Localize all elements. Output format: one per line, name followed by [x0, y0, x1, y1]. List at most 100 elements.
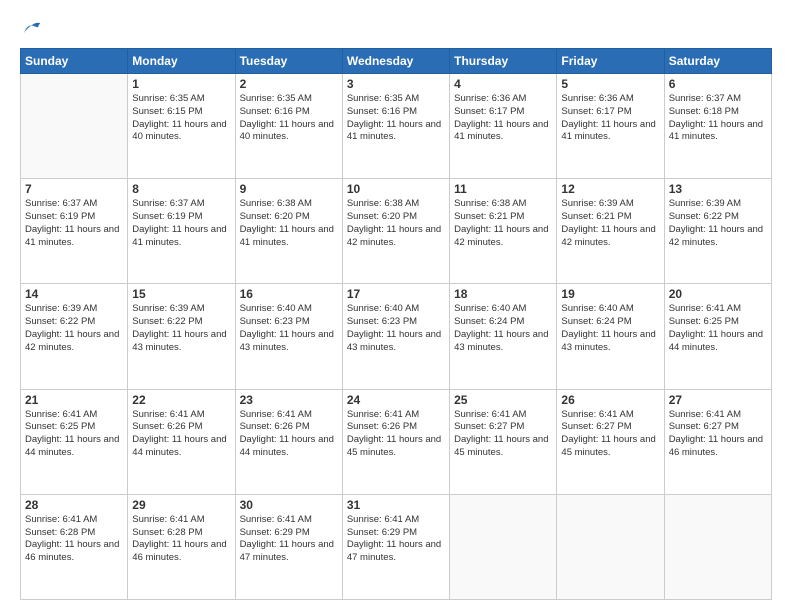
day-info: Sunrise: 6:40 AMSunset: 6:23 PMDaylight:… — [240, 303, 338, 354]
calendar-cell: 7 Sunrise: 6:37 AMSunset: 6:19 PMDaylight… — [21, 179, 128, 284]
day-number: 11 — [454, 182, 552, 196]
weekday-header: Saturday — [664, 49, 771, 74]
calendar-cell: 29Sunrise: 6:41 AMSunset: 6:28 PMDayligh… — [128, 494, 235, 599]
day-number: 20 — [669, 287, 767, 301]
calendar-cell: 27 Sunrise: 6:41 AMSunset: 6:27 PMDayligh… — [664, 389, 771, 494]
calendar-cell: 25 Sunrise: 6:41 AMSunset: 6:27 PMDayligh… — [450, 389, 557, 494]
day-number: 9 — [240, 182, 338, 196]
day-number: 16 — [240, 287, 338, 301]
day-info: Sunrise: 6:41 AMSunset: 6:26 PMDaylight:… — [240, 409, 338, 460]
day-info: Sunrise: 6:40 AMSunset: 6:23 PMDaylight:… — [347, 303, 445, 354]
day-info: Sunrise: 6:39 AMSunset: 6:22 PMDaylight:… — [669, 198, 767, 249]
day-info: Sunrise: 6:40 AMSunset: 6:24 PMDaylight:… — [561, 303, 659, 354]
day-info: Sunrise: 6:41 AMSunset: 6:26 PMDaylight:… — [347, 409, 445, 460]
calendar-cell: 14 Sunrise: 6:39 AMSunset: 6:22 PMDayligh… — [21, 284, 128, 389]
calendar-cell: 4 Sunrise: 6:36 AMSunset: 6:17 PMDaylight… — [450, 74, 557, 179]
day-info: Sunrise: 6:41 AMSunset: 6:25 PMDaylight:… — [669, 303, 767, 354]
day-number: 14 — [25, 287, 123, 301]
day-info: Sunrise: 6:39 AMSunset: 6:21 PMDaylight:… — [561, 198, 659, 249]
calendar-cell: 26 Sunrise: 6:41 AMSunset: 6:27 PMDayligh… — [557, 389, 664, 494]
calendar-cell: 13 Sunrise: 6:39 AMSunset: 6:22 PMDayligh… — [664, 179, 771, 284]
calendar-cell: 10 Sunrise: 6:38 AMSunset: 6:20 PMDayligh… — [342, 179, 449, 284]
weekday-header: Friday — [557, 49, 664, 74]
day-number: 2 — [240, 77, 338, 91]
day-number: 8 — [132, 182, 230, 196]
calendar-cell: 2 Sunrise: 6:35 AMSunset: 6:16 PMDaylight… — [235, 74, 342, 179]
calendar-cell: 8 Sunrise: 6:37 AMSunset: 6:19 PMDaylight… — [128, 179, 235, 284]
calendar-cell: 19 Sunrise: 6:40 AMSunset: 6:24 PMDayligh… — [557, 284, 664, 389]
calendar-cell: 23 Sunrise: 6:41 AMSunset: 6:26 PMDayligh… — [235, 389, 342, 494]
day-number: 30 — [240, 498, 338, 512]
calendar-cell — [450, 494, 557, 599]
day-number: 18 — [454, 287, 552, 301]
weekday-header: Tuesday — [235, 49, 342, 74]
calendar-header-row: SundayMondayTuesdayWednesdayThursdayFrid… — [21, 49, 772, 74]
day-number: 7 — [25, 182, 123, 196]
logo-icon — [22, 20, 42, 40]
calendar-cell: 21Sunrise: 6:41 AMSunset: 6:25 PMDayligh… — [21, 389, 128, 494]
day-info: Sunrise: 6:41 AMSunset: 6:29 PMDaylight:… — [347, 514, 445, 565]
calendar-week-row: 7 Sunrise: 6:37 AMSunset: 6:19 PMDaylight… — [21, 179, 772, 284]
calendar-cell: 17 Sunrise: 6:40 AMSunset: 6:23 PMDayligh… — [342, 284, 449, 389]
calendar-week-row: 21Sunrise: 6:41 AMSunset: 6:25 PMDayligh… — [21, 389, 772, 494]
day-number: 28 — [25, 498, 123, 512]
calendar-cell: 24 Sunrise: 6:41 AMSunset: 6:26 PMDayligh… — [342, 389, 449, 494]
day-number: 22 — [132, 393, 230, 407]
calendar-cell — [21, 74, 128, 179]
calendar-table: SundayMondayTuesdayWednesdayThursdayFrid… — [20, 48, 772, 600]
day-number: 3 — [347, 77, 445, 91]
weekday-header: Sunday — [21, 49, 128, 74]
day-number: 10 — [347, 182, 445, 196]
calendar-cell: 3 Sunrise: 6:35 AMSunset: 6:16 PMDaylight… — [342, 74, 449, 179]
day-number: 6 — [669, 77, 767, 91]
day-number: 31 — [347, 498, 445, 512]
day-info: Sunrise: 6:37 AMSunset: 6:19 PMDaylight:… — [25, 198, 123, 249]
day-info: Sunrise: 6:35 AMSunset: 6:16 PMDaylight:… — [347, 93, 445, 144]
day-number: 1 — [132, 77, 230, 91]
day-info: Sunrise: 6:39 AMSunset: 6:22 PMDaylight:… — [25, 303, 123, 354]
day-number: 15 — [132, 287, 230, 301]
day-info: Sunrise: 6:41 AMSunset: 6:28 PMDaylight:… — [132, 514, 230, 565]
day-number: 5 — [561, 77, 659, 91]
calendar-cell: 9Sunrise: 6:38 AMSunset: 6:20 PMDaylight… — [235, 179, 342, 284]
day-info: Sunrise: 6:39 AMSunset: 6:22 PMDaylight:… — [132, 303, 230, 354]
day-info: Sunrise: 6:40 AMSunset: 6:24 PMDaylight:… — [454, 303, 552, 354]
weekday-header: Wednesday — [342, 49, 449, 74]
calendar-cell: 22 Sunrise: 6:41 AMSunset: 6:26 PMDayligh… — [128, 389, 235, 494]
day-info: Sunrise: 6:37 AMSunset: 6:18 PMDaylight:… — [669, 93, 767, 144]
calendar-cell: 12 Sunrise: 6:39 AMSunset: 6:21 PMDayligh… — [557, 179, 664, 284]
day-number: 26 — [561, 393, 659, 407]
logo — [20, 20, 42, 40]
calendar-cell: 6 Sunrise: 6:37 AMSunset: 6:18 PMDaylight… — [664, 74, 771, 179]
calendar-cell: 28 Sunrise: 6:41 AMSunset: 6:28 PMDayligh… — [21, 494, 128, 599]
day-number: 12 — [561, 182, 659, 196]
day-info: Sunrise: 6:41 AMSunset: 6:29 PMDaylight:… — [240, 514, 338, 565]
day-number: 24 — [347, 393, 445, 407]
day-number: 23 — [240, 393, 338, 407]
day-info: Sunrise: 6:36 AMSunset: 6:17 PMDaylight:… — [561, 93, 659, 144]
day-info: Sunrise: 6:38 AMSunset: 6:20 PMDaylight:… — [347, 198, 445, 249]
day-info: Sunrise: 6:36 AMSunset: 6:17 PMDaylight:… — [454, 93, 552, 144]
day-number: 4 — [454, 77, 552, 91]
calendar-cell: 16 Sunrise: 6:40 AMSunset: 6:23 PMDayligh… — [235, 284, 342, 389]
day-info: Sunrise: 6:41 AMSunset: 6:27 PMDaylight:… — [669, 409, 767, 460]
day-info: Sunrise: 6:41 AMSunset: 6:28 PMDaylight:… — [25, 514, 123, 565]
calendar-cell: 1Sunrise: 6:35 AMSunset: 6:15 PMDaylight… — [128, 74, 235, 179]
day-number: 21 — [25, 393, 123, 407]
day-number: 17 — [347, 287, 445, 301]
calendar-cell — [557, 494, 664, 599]
calendar-cell — [664, 494, 771, 599]
day-number: 27 — [669, 393, 767, 407]
header — [20, 16, 772, 40]
day-number: 13 — [669, 182, 767, 196]
weekday-header: Thursday — [450, 49, 557, 74]
day-number: 25 — [454, 393, 552, 407]
day-number: 19 — [561, 287, 659, 301]
day-info: Sunrise: 6:35 AMSunset: 6:16 PMDaylight:… — [240, 93, 338, 144]
calendar-cell: 15 Sunrise: 6:39 AMSunset: 6:22 PMDayligh… — [128, 284, 235, 389]
calendar-cell: 11Sunrise: 6:38 AMSunset: 6:21 PMDayligh… — [450, 179, 557, 284]
day-info: Sunrise: 6:41 AMSunset: 6:27 PMDaylight:… — [454, 409, 552, 460]
day-info: Sunrise: 6:41 AMSunset: 6:26 PMDaylight:… — [132, 409, 230, 460]
day-info: Sunrise: 6:37 AMSunset: 6:19 PMDaylight:… — [132, 198, 230, 249]
day-info: Sunrise: 6:41 AMSunset: 6:27 PMDaylight:… — [561, 409, 659, 460]
